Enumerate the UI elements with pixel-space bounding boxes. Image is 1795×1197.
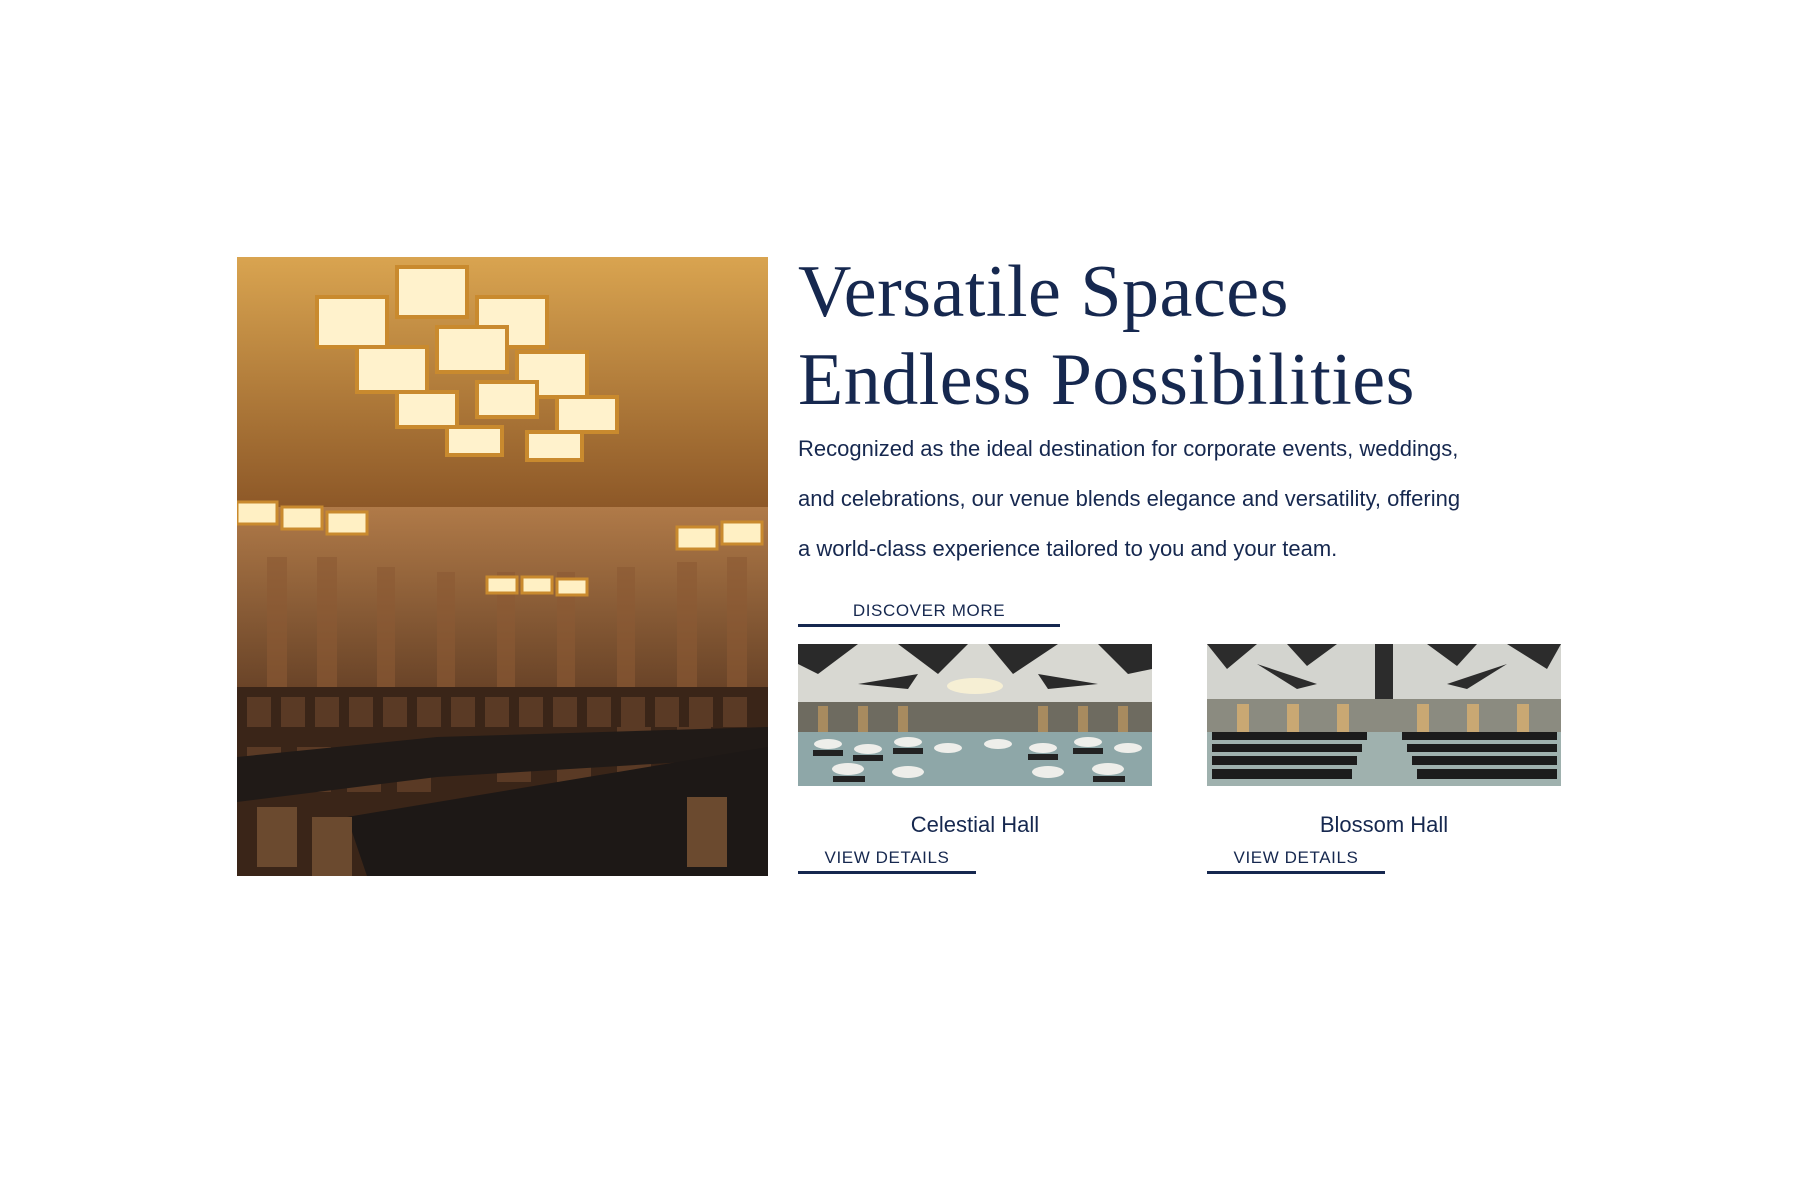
description-line-3: a world-class experience tailored to you…	[798, 536, 1338, 561]
blossom-hall-image	[1207, 644, 1561, 786]
ballroom-hero-image	[237, 257, 768, 876]
section-description: Recognized as the ideal destination for …	[798, 424, 1598, 574]
hall-card-blossom: Blossom Hall VIEW DETAILS	[1207, 644, 1561, 874]
heading-line-1: Versatile Spaces	[798, 251, 1289, 333]
celestial-hall-name: Celestial Hall	[910, 812, 1040, 837]
section-heading: Versatile Spaces Endless Possibilities	[798, 248, 1415, 424]
blossom-hall-name: Blossom Hall	[1319, 812, 1449, 837]
hall-card-celestial: Celestial Hall VIEW DETAILS	[798, 644, 1152, 874]
celestial-view-details-link[interactable]: VIEW DETAILS	[798, 848, 976, 874]
discover-more-link[interactable]: DISCOVER MORE	[798, 601, 1060, 627]
description-line-1: Recognized as the ideal destination for …	[798, 436, 1459, 461]
heading-line-2: Endless Possibilities	[798, 339, 1415, 421]
description-line-2: and celebrations, our venue blends elega…	[798, 486, 1461, 511]
blossom-view-details-link[interactable]: VIEW DETAILS	[1207, 848, 1385, 874]
celestial-hall-image	[798, 644, 1152, 786]
